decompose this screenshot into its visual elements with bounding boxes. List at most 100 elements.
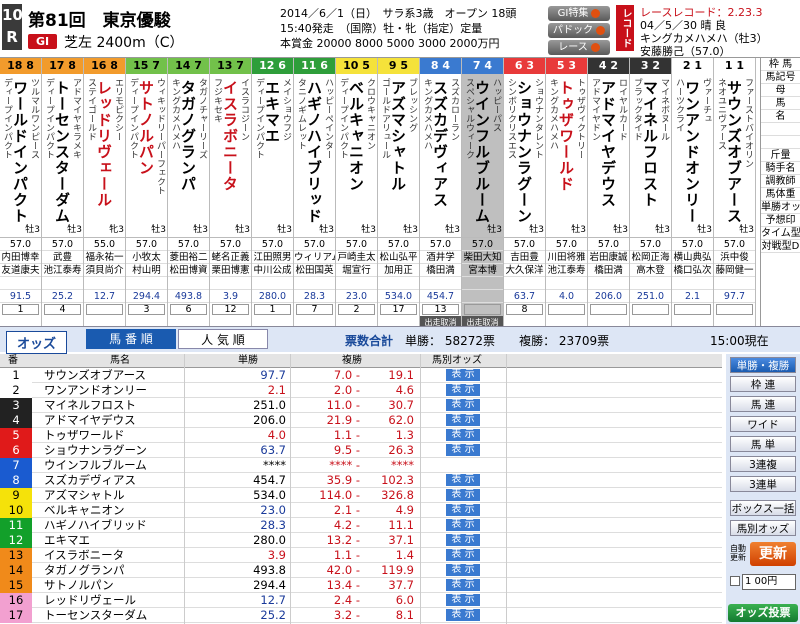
horse-name[interactable]: マイネルフロスト <box>641 80 659 208</box>
bet-trifecta-button[interactable]: 3連単 <box>730 476 796 492</box>
show-odds-button[interactable]: 表 示 <box>446 564 480 576</box>
horse-name: ワンアンドオンリー <box>44 383 148 397</box>
prediction-mark[interactable]: 1 <box>2 304 39 315</box>
win-odds: 206.0 <box>588 290 629 303</box>
odds-row[interactable]: 17 トーセンスターダム 25.2 3.2 - 8.1 表 示 <box>0 608 722 623</box>
horse-name[interactable]: トーセンスターダム <box>53 80 71 224</box>
prediction-mark[interactable] <box>86 304 123 315</box>
prediction-mark[interactable]: 12 <box>212 304 249 315</box>
horse-name[interactable]: ショウナンラグーン <box>515 80 533 224</box>
place-odds-low: 1.1 - <box>333 548 360 562</box>
horse-name[interactable]: ハギノハイブリッド <box>305 80 323 224</box>
prediction-mark[interactable] <box>716 304 753 315</box>
odds-row[interactable]: 9 アズマシャトル 534.0 114.0 - 326.8 表 示 <box>0 488 722 503</box>
show-odds-button[interactable]: 表 示 <box>446 594 480 606</box>
show-odds-button[interactable]: 表 示 <box>446 474 480 486</box>
paddock-button[interactable]: パドック <box>548 23 610 38</box>
box-bulk-button[interactable]: ボックス一括 <box>730 500 796 516</box>
odds-row[interactable]: 15 サトノルパン 294.4 13.4 - 37.7 表 示 <box>0 578 722 593</box>
prediction-mark[interactable] <box>674 304 711 315</box>
show-odds-button[interactable]: 表 示 <box>446 579 480 591</box>
amount-input[interactable]: 1 00円 <box>742 574 796 590</box>
prediction-mark[interactable]: 7 <box>296 304 333 315</box>
prediction-mark[interactable] <box>590 304 627 315</box>
bet-bracket-button[interactable]: 枠 連 <box>730 376 796 392</box>
horse-column: 3 2 ブラックタイド マイネルフロスト マイネボヌール 牡3 57.0 松岡正海 高木登 25… <box>630 58 672 342</box>
bet-exacta-button[interactable]: 馬 単 <box>730 436 796 452</box>
odds-row[interactable]: 8 スズカデヴィアス 454.7 35.9 - 102.3 表 示 <box>0 473 722 488</box>
odds-row[interactable]: 13 イスラボニータ 3.9 1.1 - 1.4 表 示 <box>0 548 722 563</box>
odds-row[interactable]: 7 ウインフルブルーム **** **** - **** <box>0 458 722 473</box>
auto-update-checkbox[interactable] <box>730 576 740 586</box>
prediction-mark[interactable] <box>548 304 585 315</box>
horse-name[interactable]: タガノグランパ <box>179 80 197 192</box>
show-odds-button[interactable]: 表 示 <box>446 609 480 621</box>
odds-row[interactable]: 12 エキマエ 280.0 13.2 - 37.1 表 示 <box>0 533 722 548</box>
horse-name[interactable]: レッドリヴェール <box>95 80 113 208</box>
show-odds-button[interactable]: 表 示 <box>446 489 480 501</box>
horse-name[interactable]: ウインフルブルーム <box>473 80 491 224</box>
race-video-button[interactable]: レース <box>548 40 610 55</box>
horse-name[interactable]: アズマシャトル <box>389 80 407 192</box>
gi-special-button[interactable]: GI特集 <box>548 6 610 21</box>
bet-wide-button[interactable]: ワイド <box>730 416 796 432</box>
prediction-mark[interactable]: 6 <box>170 304 207 315</box>
horse-name[interactable]: エキマエ <box>263 80 281 144</box>
bet-quinella-button[interactable]: 馬 連 <box>730 396 796 412</box>
win-odds: 454.7 <box>420 290 461 303</box>
weight: 57.0 <box>126 238 167 251</box>
odds-row[interactable]: 5 トゥザワールド 4.0 1.1 - 1.3 表 示 <box>0 428 722 443</box>
prediction-mark[interactable] <box>632 304 669 315</box>
update-button[interactable]: 更新 <box>750 542 796 566</box>
side-label: 馬記号 <box>761 71 800 84</box>
odds-row[interactable]: 1 サウンズオブアース 97.7 7.0 - 19.1 表 示 <box>0 368 722 383</box>
show-odds-button[interactable]: 表 示 <box>446 444 480 456</box>
show-odds-button[interactable]: 表 示 <box>446 414 480 426</box>
odds-row[interactable]: 10 ベルキャニオン 23.0 2.1 - 4.9 表 示 <box>0 503 722 518</box>
odds-row[interactable]: 2 ワンアンドオンリー 2.1 2.0 - 4.6 表 示 <box>0 383 722 398</box>
header-number: 番 <box>8 355 18 366</box>
horse-name[interactable]: ベルキャニオン <box>347 80 365 192</box>
horse-names: アドマイヤドン アドマイヤデウス ロイヤルカード 牡3 <box>588 74 629 238</box>
horse-name[interactable]: トゥザワールド <box>557 80 575 192</box>
show-odds-button[interactable]: 表 示 <box>446 549 480 561</box>
horse-name[interactable]: ワンアンドオンリー <box>683 80 701 224</box>
odds-row[interactable]: 4 アドマイヤデウス 206.0 21.9 - 62.0 表 示 <box>0 413 722 428</box>
odds-row[interactable]: 14 タガノグランパ 493.8 42.0 - 119.9 表 示 <box>0 563 722 578</box>
horse-name[interactable]: サトノルパン <box>137 80 155 176</box>
show-odds-button[interactable]: 表 示 <box>446 369 480 381</box>
prediction-mark[interactable]: 3 <box>128 304 165 315</box>
prediction-mark[interactable]: 2 <box>338 304 375 315</box>
show-odds-button[interactable]: 表 示 <box>446 534 480 546</box>
dam-name: エリモピクシー <box>113 78 123 141</box>
odds-vote-button[interactable]: オッズ投票 <box>728 604 798 622</box>
horse-name[interactable]: イスラボニータ <box>221 80 239 192</box>
show-odds-button[interactable]: 表 示 <box>446 519 480 531</box>
body-weight <box>504 277 545 290</box>
dam-name: ブレッシング <box>407 78 417 132</box>
odds-table-header: 番 馬名 単勝 複勝 馬別オッズ <box>0 354 722 368</box>
prediction-mark[interactable]: 17 <box>380 304 417 315</box>
prediction-mark[interactable]: 4 <box>44 304 81 315</box>
prediction-mark[interactable]: 8 <box>506 304 543 315</box>
horse-name[interactable]: アドマイヤデウス <box>599 80 617 208</box>
odds-row[interactable]: 3 マイネルフロスト 251.0 11.0 - 30.7 表 示 <box>0 398 722 413</box>
show-odds-button[interactable]: 表 示 <box>446 399 480 411</box>
odds-row[interactable]: 6 ショウナンラグーン 63.7 9.5 - 26.3 表 示 <box>0 443 722 458</box>
prediction-mark[interactable]: 13 <box>422 304 459 315</box>
prediction-mark[interactable] <box>464 304 501 315</box>
prediction-mark[interactable]: 1 <box>254 304 291 315</box>
horse-name[interactable]: スズカデヴィアス <box>431 80 449 208</box>
odds-row[interactable]: 16 レッドリヴェール 12.7 2.4 - 6.0 表 示 <box>0 593 722 608</box>
horse-name[interactable]: ワールドインパクト <box>11 80 29 224</box>
bet-win-place-button[interactable]: 単勝・複勝 <box>730 357 796 373</box>
tab-horse-number-order[interactable]: 馬 番 順 <box>86 329 176 349</box>
show-odds-button[interactable]: 表 示 <box>446 504 480 516</box>
show-odds-button[interactable]: 表 示 <box>446 384 480 396</box>
odds-row[interactable]: 11 ハギノハイブリッド 28.3 4.2 - 11.1 表 示 <box>0 518 722 533</box>
bet-trio-button[interactable]: 3連複 <box>730 456 796 472</box>
show-odds-button[interactable]: 表 示 <box>446 429 480 441</box>
horse-name[interactable]: サウンズオブアース <box>725 80 743 224</box>
horse-odds-button[interactable]: 馬別オッズ <box>730 520 796 536</box>
tab-popularity-order[interactable]: 人 気 順 <box>178 329 268 349</box>
